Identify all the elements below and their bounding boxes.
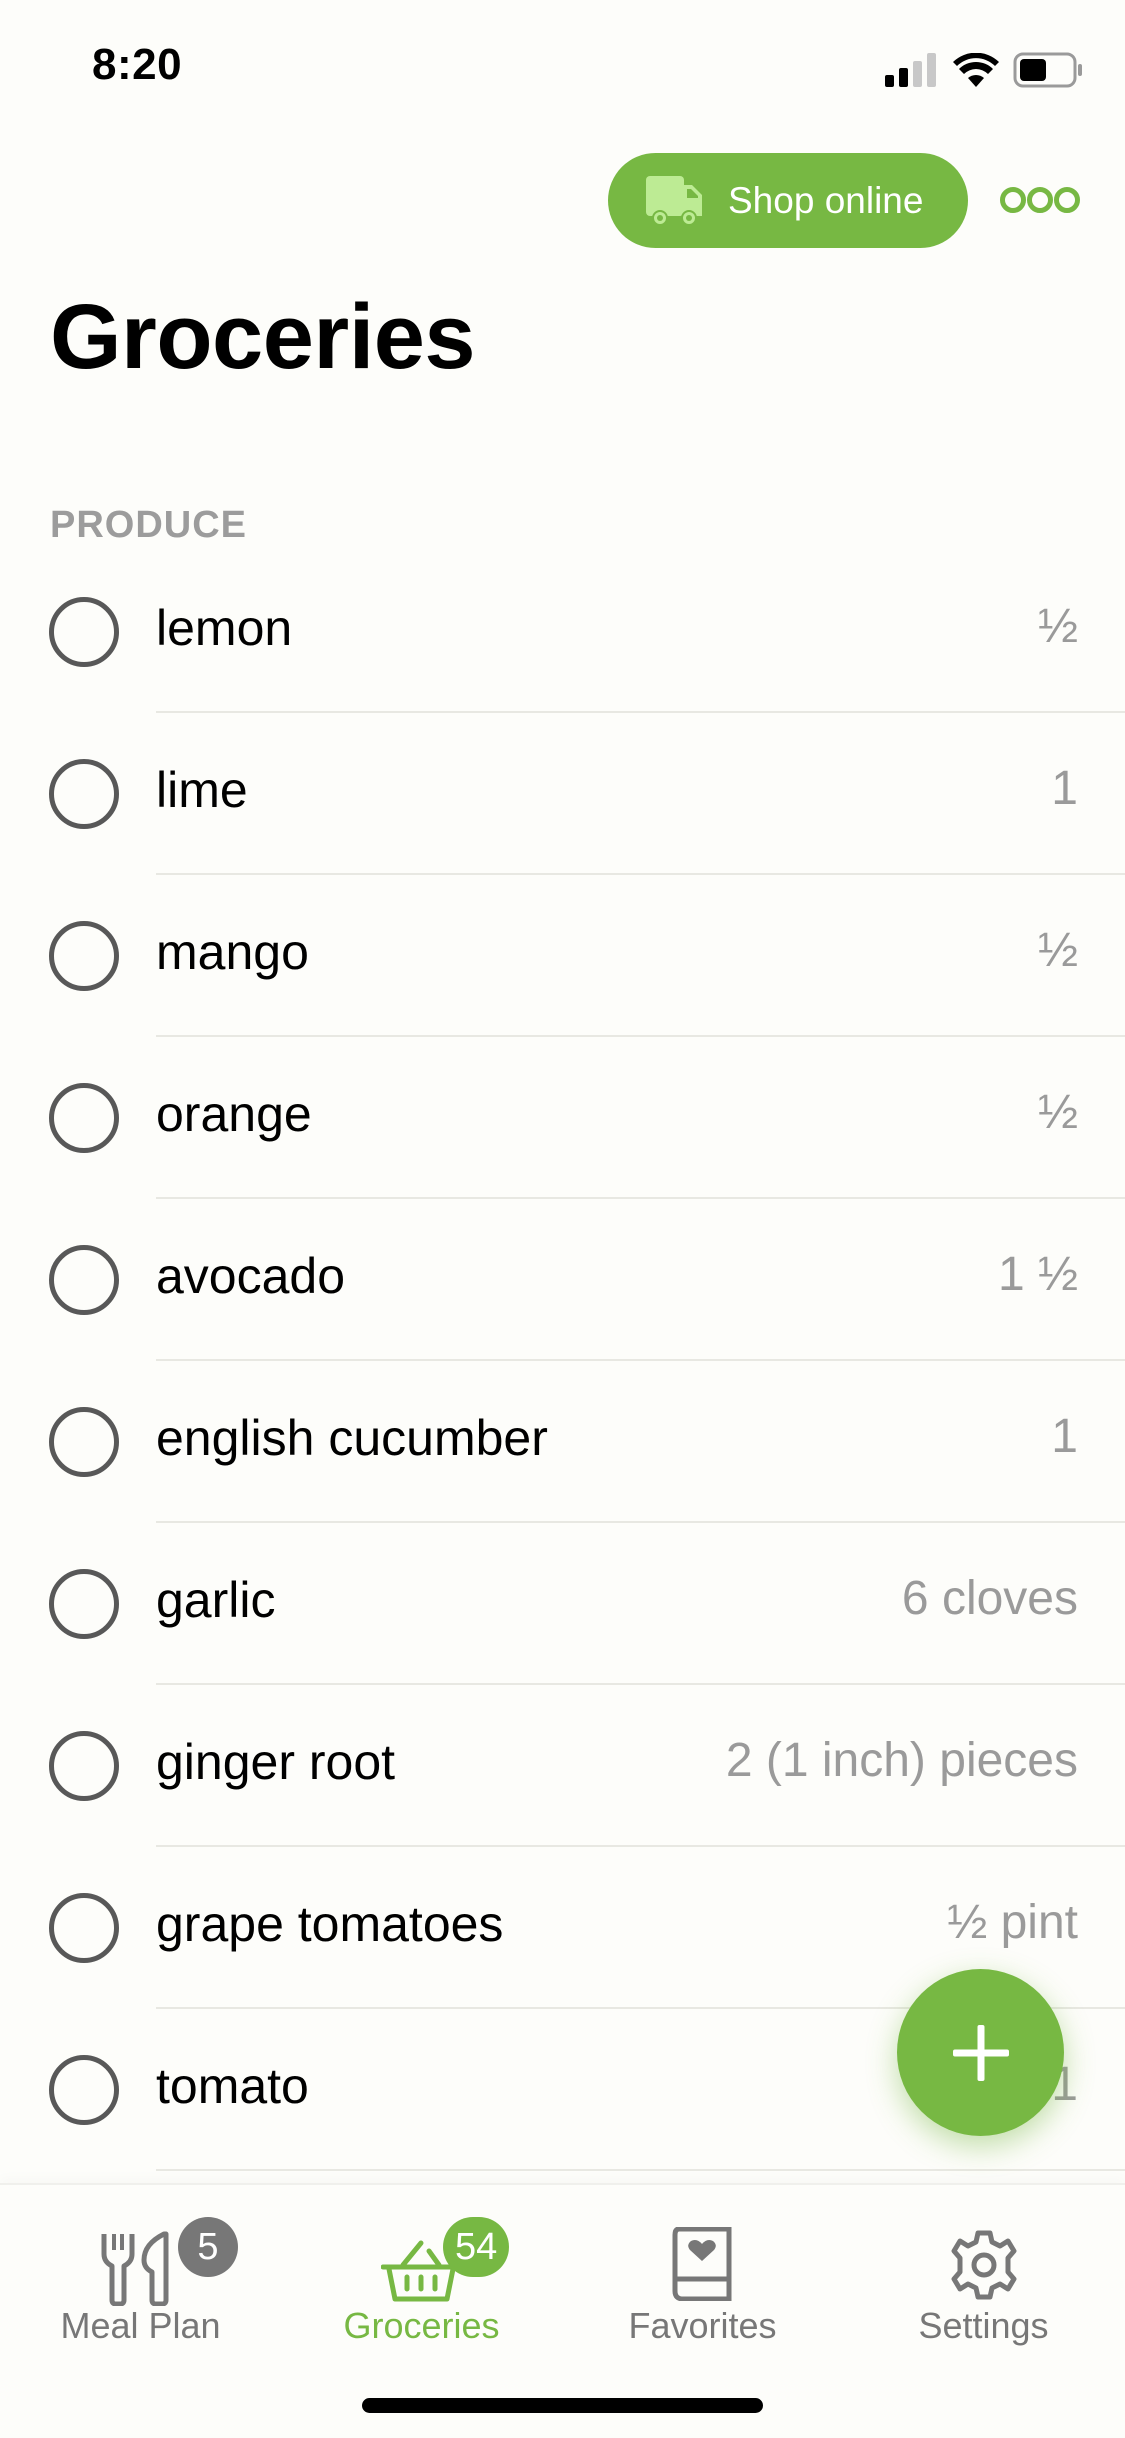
item-quantity: ½ bbox=[1037, 600, 1078, 653]
tab-settings[interactable]: Settings bbox=[843, 2185, 1124, 2365]
item-quantity: 2 (1 inch) pieces bbox=[725, 1734, 1078, 1787]
shop-online-button[interactable]: Shop online bbox=[608, 153, 968, 248]
tab-label: Meal Plan bbox=[60, 2305, 221, 2346]
list-item[interactable]: english cucumber 1 bbox=[0, 1361, 1125, 1523]
list-item[interactable]: mango ½ bbox=[0, 875, 1125, 1037]
gear-icon bbox=[951, 2230, 1017, 2300]
checkbox[interactable] bbox=[49, 921, 119, 991]
checkbox[interactable] bbox=[49, 1731, 119, 1801]
status-icons bbox=[885, 50, 1083, 90]
item-name: mango bbox=[156, 924, 309, 980]
item-name: grape tomatoes bbox=[156, 1896, 504, 1952]
shop-online-label: Shop online bbox=[728, 179, 924, 221]
item-quantity: 1 bbox=[1051, 762, 1078, 815]
more-options-button[interactable] bbox=[1000, 178, 1080, 222]
checkbox[interactable] bbox=[49, 1407, 119, 1477]
more-dot-icon bbox=[1054, 187, 1080, 213]
battery-icon bbox=[1013, 52, 1082, 88]
list-item[interactable]: lime 1 bbox=[0, 713, 1125, 875]
heart-book-icon bbox=[672, 2227, 732, 2301]
more-dot-icon bbox=[1027, 187, 1053, 213]
item-name: ginger root bbox=[156, 1734, 396, 1790]
list-item[interactable]: avocado 1 ½ bbox=[0, 1199, 1125, 1361]
list-item[interactable]: ginger root 2 (1 inch) pieces bbox=[0, 1685, 1125, 1847]
delivery-truck-icon bbox=[646, 175, 702, 226]
home-indicator[interactable] bbox=[362, 2398, 763, 2413]
checkbox[interactable] bbox=[49, 597, 119, 667]
checkbox[interactable] bbox=[49, 1893, 119, 1963]
cellular-signal-icon bbox=[885, 53, 936, 87]
tab-label: Groceries bbox=[343, 2305, 500, 2346]
tab-label: Settings bbox=[918, 2305, 1049, 2346]
fork-knife-icon bbox=[101, 2231, 169, 2306]
grocery-list: lemon ½ lime 1 mango ½ orange ½ avocado … bbox=[0, 551, 1125, 2171]
checkbox[interactable] bbox=[49, 1569, 119, 1639]
status-time: 8:20 bbox=[92, 40, 183, 89]
add-item-button[interactable] bbox=[897, 1969, 1064, 2136]
item-name: english cucumber bbox=[156, 1410, 548, 1466]
list-item[interactable]: garlic 6 cloves bbox=[0, 1523, 1125, 1685]
section-header: PRODUCE bbox=[50, 504, 248, 546]
plus-icon bbox=[952, 2024, 1009, 2081]
item-name: lime bbox=[156, 762, 248, 818]
tab-label: Favorites bbox=[628, 2305, 777, 2346]
item-name: garlic bbox=[156, 1572, 276, 1628]
item-name: avocado bbox=[156, 1248, 346, 1304]
more-dot-icon bbox=[1000, 187, 1026, 213]
checkbox[interactable] bbox=[49, 1083, 119, 1153]
item-name: lemon bbox=[156, 600, 293, 656]
item-quantity: ½ pint bbox=[947, 1896, 1078, 1949]
checkbox[interactable] bbox=[49, 1245, 119, 1315]
meal-plan-badge: 5 bbox=[178, 2217, 238, 2277]
checkbox[interactable] bbox=[49, 2055, 119, 2125]
item-quantity: 1 bbox=[1051, 1410, 1078, 1463]
page-title: Groceries bbox=[50, 286, 476, 388]
tab-favorites[interactable]: Favorites bbox=[562, 2185, 843, 2365]
item-name: tomato bbox=[156, 2058, 309, 2114]
item-quantity: 1 ½ bbox=[997, 1248, 1078, 1301]
tab-meal-plan[interactable]: 5 Meal Plan bbox=[0, 2185, 281, 2365]
list-item[interactable]: orange ½ bbox=[0, 1037, 1125, 1199]
item-quantity: 6 cloves bbox=[901, 1572, 1078, 1625]
groceries-badge: 54 bbox=[443, 2217, 510, 2277]
list-item[interactable]: lemon ½ bbox=[0, 551, 1125, 713]
checkbox[interactable] bbox=[49, 759, 119, 829]
item-quantity: ½ bbox=[1037, 1086, 1078, 1139]
item-quantity: ½ bbox=[1037, 924, 1078, 977]
item-name: orange bbox=[156, 1086, 312, 1142]
divider bbox=[156, 2169, 1125, 2171]
tab-groceries[interactable]: 54 Groceries bbox=[281, 2185, 562, 2365]
wifi-icon bbox=[953, 53, 999, 87]
